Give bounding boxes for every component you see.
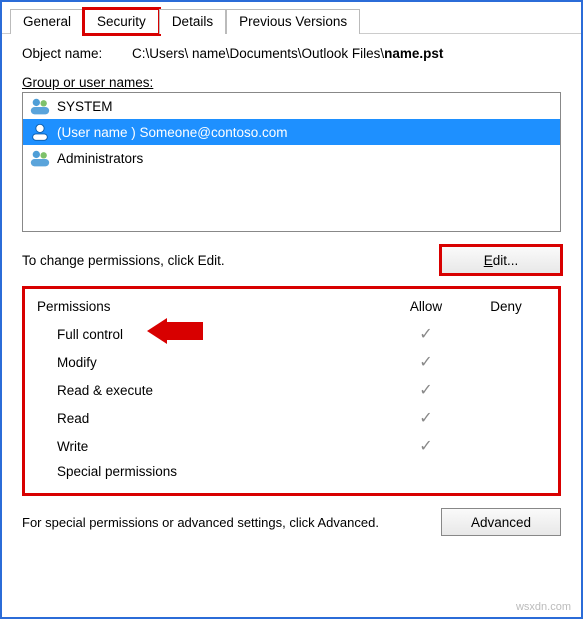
perm-col-allow: Allow — [386, 299, 466, 314]
arrow-icon — [147, 318, 203, 344]
edit-button[interactable]: Edit... — [441, 246, 561, 274]
group-icon — [29, 96, 51, 116]
object-path-prefix: C:\Users\ name\Documents\Outlook Files\ — [132, 46, 384, 61]
allow-check-icon: ✓ — [386, 352, 466, 372]
groups-listbox[interactable]: SYSTEM (User name ) Someone@contoso.com … — [22, 92, 561, 232]
tab-details[interactable]: Details — [159, 9, 226, 34]
permissions-box: Permissions Allow Deny Full control ✓ Mo… — [22, 286, 561, 496]
list-item[interactable]: (User name ) Someone@contoso.com — [23, 119, 560, 145]
perm-row-modify: Modify ✓ — [37, 348, 546, 376]
tab-bar: General Security Details Previous Versio… — [2, 2, 581, 34]
perm-name: Full control — [57, 327, 386, 342]
properties-panel: Object name: C:\Users\ name\Documents\Ou… — [2, 34, 581, 546]
advanced-row: For special permissions or advanced sett… — [22, 508, 561, 536]
perm-name: Read & execute — [57, 383, 386, 398]
perm-row-read-execute: Read & execute ✓ — [37, 376, 546, 404]
perm-col-name: Permissions — [37, 299, 386, 314]
groups-label: Group or user names: — [22, 75, 561, 90]
object-path-file: name.pst — [384, 46, 443, 61]
user-icon — [29, 122, 51, 142]
perm-col-deny: Deny — [466, 299, 546, 314]
permissions-header: Permissions Allow Deny — [37, 299, 546, 314]
perm-name: Read — [57, 411, 386, 426]
edit-hint: To change permissions, click Edit. — [22, 253, 441, 268]
allow-check-icon: ✓ — [386, 380, 466, 400]
perm-row-full-control: Full control ✓ — [37, 320, 546, 348]
list-item[interactable]: Administrators — [23, 145, 560, 171]
list-item[interactable]: SYSTEM — [23, 93, 560, 119]
perm-row-write: Write ✓ — [37, 432, 546, 460]
object-path: C:\Users\ name\Documents\Outlook Files\n… — [132, 46, 561, 61]
tab-previous-versions[interactable]: Previous Versions — [226, 9, 360, 34]
allow-check-icon: ✓ — [386, 408, 466, 428]
group-icon — [29, 148, 51, 168]
list-item-label: (User name ) Someone@contoso.com — [57, 125, 288, 140]
edit-row: To change permissions, click Edit. Edit.… — [22, 246, 561, 274]
list-item-label: Administrators — [57, 151, 143, 166]
list-item-label: SYSTEM — [57, 99, 113, 114]
perm-row-special: Special permissions — [37, 460, 546, 483]
allow-check-icon: ✓ — [386, 324, 466, 344]
watermark: wsxdn.com — [516, 601, 571, 613]
tab-security[interactable]: Security — [84, 9, 159, 34]
perm-name: Special permissions — [57, 464, 386, 479]
edit-button-suffix: dit... — [493, 253, 519, 268]
perm-name: Write — [57, 439, 386, 454]
advanced-button[interactable]: Advanced — [441, 508, 561, 536]
perm-row-read: Read ✓ — [37, 404, 546, 432]
perm-name: Modify — [57, 355, 386, 370]
allow-check-icon: ✓ — [386, 436, 466, 456]
object-name-row: Object name: C:\Users\ name\Documents\Ou… — [22, 46, 561, 61]
tab-general[interactable]: General — [10, 9, 84, 34]
advanced-hint: For special permissions or advanced sett… — [22, 515, 431, 530]
object-name-label: Object name: — [22, 46, 132, 61]
